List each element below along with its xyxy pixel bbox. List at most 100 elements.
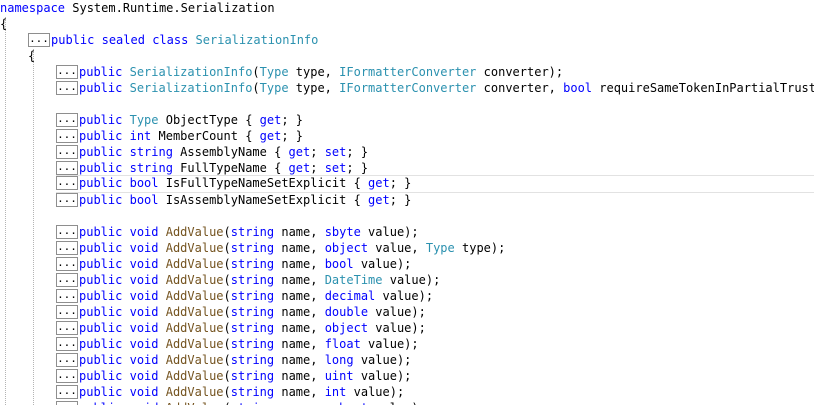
code-token: ( — [223, 241, 231, 255]
code-token: public — [79, 65, 123, 79]
code-line[interactable]: { — [28, 48, 35, 64]
collapsed-region-button[interactable]: ... — [56, 241, 78, 255]
code-token: AddValue — [165, 305, 224, 319]
code-token: requireSameTokenInPartialTrust); — [592, 81, 814, 95]
collapsed-region-button[interactable]: ... — [56, 193, 78, 207]
code-line[interactable]: ... public void AddValue(string name, obj… — [56, 240, 505, 256]
code-token: double — [324, 305, 369, 319]
code-token: ; — [310, 161, 325, 175]
code-line[interactable]: ... public void AddValue(string name, sby… — [56, 224, 419, 240]
collapsed-region-button[interactable]: ... — [56, 257, 78, 271]
code-line[interactable]: ... public bool IsFullTypeNameSetExplicit… — [56, 175, 814, 193]
code-token: string — [129, 145, 173, 159]
collapsed-region-button[interactable]: ... — [56, 305, 78, 319]
code-token: int — [129, 129, 152, 143]
code-token: void — [130, 401, 159, 405]
code-token: public — [79, 321, 123, 335]
code-line[interactable]: ... public void AddValue(string name, flo… — [56, 336, 419, 352]
code-token: public — [79, 81, 123, 95]
code-line[interactable]: ... public void AddValue(string name, Dat… — [56, 272, 440, 288]
code-line[interactable]: ... public sealed class SerializationInfo — [28, 32, 318, 48]
code-line[interactable]: ... public Type ObjectType { get; } — [56, 112, 303, 128]
code-token: AddValue — [165, 369, 224, 383]
collapsed-region-button[interactable]: ... — [56, 129, 78, 143]
code-line[interactable]: ... public string FullTypeName { get; set… — [56, 160, 368, 176]
code-line[interactable]: ... public void AddValue(string name, dec… — [56, 288, 433, 304]
code-line[interactable]: ... public void AddValue(string name, boo… — [56, 256, 411, 272]
collapsed-region-button[interactable]: ... — [56, 81, 78, 95]
code-token: int — [324, 385, 347, 399]
collapsed-region-button[interactable]: ... — [56, 65, 78, 79]
code-line[interactable]: ... public void AddValue(string name, obj… — [56, 320, 426, 336]
code-token: Type — [259, 81, 289, 95]
code-token: public — [79, 225, 123, 239]
collapsed-region-button[interactable]: ... — [56, 337, 78, 351]
code-editor[interactable]: namespace System.Runtime.Serialization{.… — [0, 0, 814, 405]
code-token: bool — [129, 193, 159, 207]
code-line[interactable]: ... public void AddValue(string name, int… — [56, 384, 404, 400]
code-token: bool — [324, 257, 354, 271]
code-token: SerializationInfo — [129, 65, 253, 79]
code-token: get — [368, 176, 390, 190]
code-token: string — [230, 289, 275, 303]
code-token: public — [79, 289, 123, 303]
code-token: ; } — [346, 161, 369, 175]
code-token: public — [79, 113, 123, 127]
code-line[interactable]: ... public int MemberCount { get; } — [56, 128, 303, 144]
code-token: ( — [223, 385, 231, 399]
collapsed-region-button[interactable]: ... — [56, 321, 78, 335]
collapsed-region-button[interactable]: ... — [56, 289, 78, 303]
code-line[interactable]: ... public void AddValue(string name, dou… — [56, 304, 426, 320]
code-token: bool — [129, 176, 159, 190]
code-line[interactable]: ... public string AssemblyName { get; set… — [56, 144, 368, 160]
collapsed-region-button[interactable]: ... — [56, 161, 78, 175]
code-line[interactable]: ...public void AddValue(string name, ush… — [56, 400, 426, 405]
code-token: public — [51, 33, 95, 47]
code-token: Type — [425, 241, 455, 255]
code-token: name, — [274, 241, 325, 255]
code-line[interactable]: namespace System.Runtime.Serialization — [0, 0, 275, 16]
code-token: name, — [274, 289, 325, 303]
collapsed-region-button[interactable]: ... — [56, 225, 78, 239]
code-token: public — [79, 161, 123, 175]
collapsed-region-button[interactable]: ... — [28, 33, 50, 47]
code-token: string — [231, 401, 274, 405]
collapsed-region-button[interactable]: ... — [56, 176, 78, 190]
code-line[interactable]: ... public void AddValue(string name, uin… — [56, 368, 411, 384]
code-token: void — [129, 321, 159, 335]
code-line[interactable]: ... public bool IsAssemblyNameSetExplicit… — [56, 192, 411, 208]
collapsed-region-button[interactable]: ... — [56, 273, 78, 287]
code-line[interactable]: ... public SerializationInfo(Type type, I… — [56, 80, 814, 96]
collapsed-region-button[interactable]: ... — [56, 401, 78, 405]
code-token: decimal — [324, 289, 376, 303]
code-token: ; } — [281, 129, 304, 143]
code-token: void — [129, 337, 159, 351]
collapsed-region-button[interactable]: ... — [56, 113, 78, 127]
code-token: set — [324, 145, 347, 159]
code-line[interactable]: ... public SerializationInfo(Type type, I… — [56, 64, 563, 80]
code-token: string — [230, 273, 275, 287]
collapsed-region-button[interactable]: ... — [56, 353, 78, 367]
collapsed-region-button[interactable]: ... — [56, 145, 78, 159]
code-token: object — [324, 321, 369, 335]
code-line[interactable]: { — [0, 16, 7, 32]
collapsed-region-button[interactable]: ... — [56, 385, 78, 399]
code-line[interactable]: ... public void AddValue(string name, lon… — [56, 352, 411, 368]
code-token: get — [259, 129, 282, 143]
code-token: FullTypeName { — [172, 161, 289, 175]
code-token: public — [79, 369, 123, 383]
collapsed-region-button[interactable]: ... — [56, 369, 78, 383]
